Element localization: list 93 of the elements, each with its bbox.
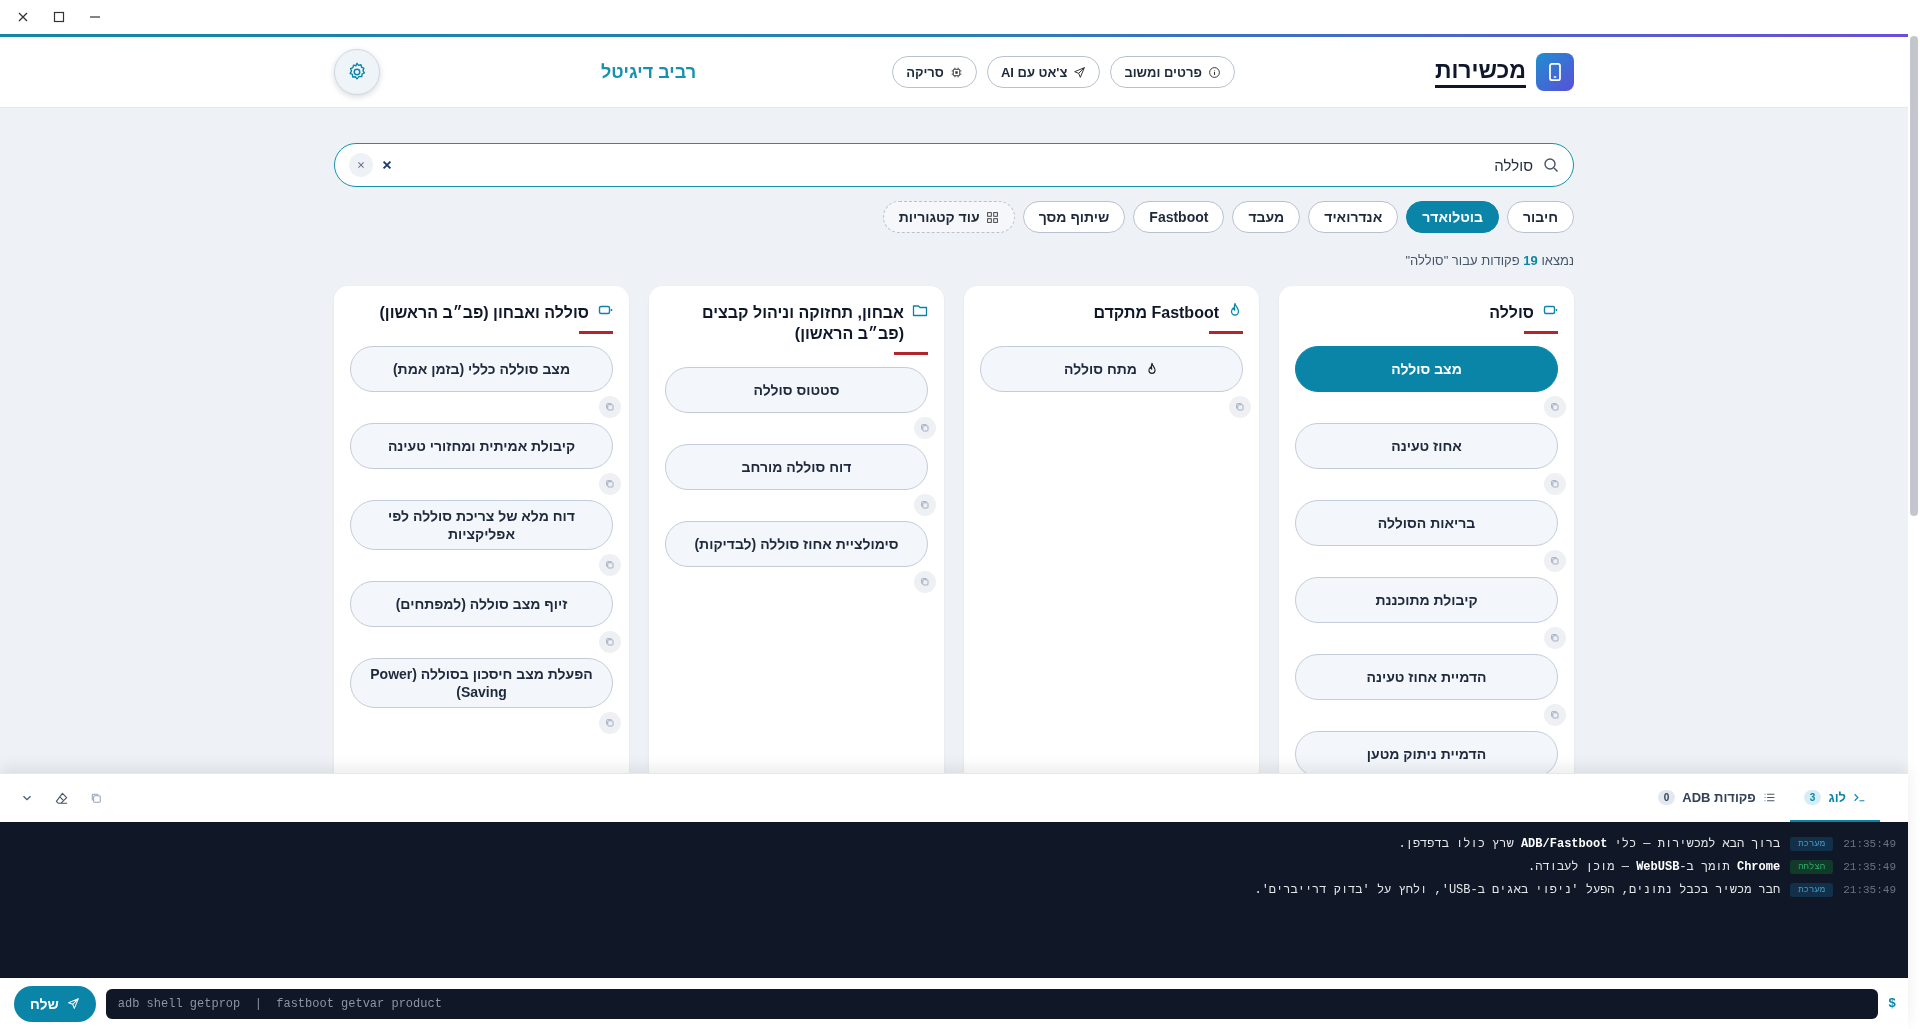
card-title: אבחון, תחזוקה וניהול קבצים (פב״ב הראשון) <box>701 303 904 344</box>
close-icon <box>355 159 367 171</box>
command-input[interactable]: adb shell getprop | fastboot getvar product <box>105 988 1879 1019</box>
command-button[interactable]: סטטוס סוללה <box>665 367 928 413</box>
card-title: Fastboot מתקדם <box>1093 303 1219 323</box>
eraser-icon[interactable] <box>54 790 69 806</box>
copy-button[interactable] <box>1229 396 1251 418</box>
copy-button[interactable] <box>914 494 936 516</box>
log-message: חבר מכשיר בכבל נתונים, הפעל 'ניפוי באגים ב-USB', ולחץ על 'בדוק דרייברים'. <box>1254 882 1781 897</box>
command-button[interactable]: מצב סוללה כללי (בזמן אמת) <box>350 346 613 392</box>
copy-icon <box>604 636 616 648</box>
command-button[interactable]: קיבולת מתוכננת <box>1295 577 1558 623</box>
nav-button[interactable]: סריקה <box>892 56 977 88</box>
log-time: 21:35:49 <box>1843 883 1896 896</box>
log-time: 21:35:49 <box>1843 837 1896 850</box>
copy-icon <box>604 717 616 729</box>
command-button[interactable]: בריאות הסוללה <box>1295 500 1558 546</box>
card-title: סוללה ואבחון (פב״ב הראשון) <box>379 303 589 323</box>
copy-button[interactable] <box>599 473 621 495</box>
prompt-sign: $ <box>1888 996 1896 1011</box>
nav-button[interactable]: צ'אט עם AI <box>986 56 1101 88</box>
command-button[interactable]: קיבולת אמיתית ומחזורי טעינה <box>350 423 613 469</box>
title-underline <box>1209 331 1243 334</box>
send-button[interactable]: שלח <box>14 985 96 1022</box>
copy-icon <box>919 499 931 511</box>
copy-button[interactable] <box>1544 396 1566 418</box>
brand-name: רביב דיגיטל <box>600 61 697 83</box>
title-underline <box>1524 331 1558 334</box>
paper-plane-icon <box>66 997 80 1010</box>
count-badge: 0 <box>1657 789 1676 805</box>
maximize-icon[interactable] <box>52 10 66 24</box>
command-button[interactable]: זיוף מצב סוללה (למפתחים) <box>350 581 613 627</box>
title-underline <box>579 331 613 334</box>
copy-icon <box>919 422 931 434</box>
category-chip[interactable]: מעבד <box>1232 201 1301 233</box>
command-button[interactable]: הפעלת מצב חיסכון בסוללה (Power Saving) <box>350 658 613 708</box>
flame-icon <box>1145 362 1159 376</box>
chip-icon <box>949 65 963 79</box>
copy-icon <box>919 576 931 588</box>
search-field[interactable]: סוללה <box>334 143 1574 187</box>
copy-icon <box>1234 401 1246 413</box>
command-button[interactable]: אחוז טעינה <box>1295 423 1558 469</box>
copy-button[interactable] <box>1544 473 1566 495</box>
copy-button[interactable] <box>1544 627 1566 649</box>
copy-icon <box>604 401 616 413</box>
log-tag: מערכת <box>1790 836 1834 851</box>
clear-icon[interactable] <box>381 159 393 171</box>
category-chip[interactable]: בוטלואדר <box>1406 201 1499 233</box>
count-badge: 3 <box>1803 789 1822 805</box>
grid-icon <box>985 210 999 224</box>
nav-button[interactable]: פרטים ומשוב <box>1110 56 1235 88</box>
clear-button[interactable] <box>349 153 373 177</box>
log-time: 21:35:49 <box>1843 860 1896 873</box>
settings-button[interactable] <box>334 49 380 95</box>
command-button[interactable]: מתח סוללה <box>980 346 1243 392</box>
command-button[interactable]: דוח סוללה מורחב <box>665 444 928 490</box>
copy-button[interactable] <box>1544 550 1566 572</box>
copy-button[interactable] <box>914 417 936 439</box>
log-tag: הצלחה <box>1790 859 1834 874</box>
search-icon <box>1543 157 1559 173</box>
category-chip[interactable]: אנדרואיד <box>1308 201 1399 233</box>
close-icon[interactable] <box>16 10 30 24</box>
scrollbar-thumb[interactable] <box>1910 36 1918 516</box>
copy-icon <box>1549 709 1561 721</box>
copy-icon <box>1549 555 1561 567</box>
folder-icon <box>912 302 928 318</box>
app-logo-text: מכשירות <box>1434 56 1526 88</box>
command-button[interactable]: הדמיית ניתוק מטען <box>1295 731 1558 773</box>
card-title: סוללה <box>1489 303 1534 323</box>
copy-button[interactable] <box>599 554 621 576</box>
copy-button[interactable] <box>599 631 621 653</box>
info-icon <box>1207 65 1221 79</box>
copy-icon <box>1549 478 1561 490</box>
paper-plane-icon <box>1073 65 1087 79</box>
command-button[interactable]: דוח מלא של צריכת סוללה לפי אפליקציות <box>350 500 613 550</box>
copy-icon <box>604 559 616 571</box>
more-categories-button[interactable]: עוד קטגוריות <box>882 201 1015 233</box>
command-button[interactable]: סימולציית אחוז סוללה (לבדיקות) <box>665 521 928 567</box>
copy-button[interactable] <box>914 571 936 593</box>
copy-button[interactable] <box>599 712 621 734</box>
title-underline <box>894 352 928 355</box>
copy-button[interactable] <box>599 396 621 418</box>
category-chip[interactable]: שיתוף מסך <box>1022 201 1126 233</box>
category-chip[interactable]: Fastboot <box>1133 201 1225 233</box>
search-input[interactable]: סוללה <box>401 155 1535 175</box>
command-button[interactable]: הדמיית אחוז טעינה <box>1295 654 1558 700</box>
copy-icon <box>1549 632 1561 644</box>
copy-icon <box>604 478 616 490</box>
log-tag: מערכת <box>1790 882 1834 897</box>
copy-button[interactable] <box>1544 704 1566 726</box>
copy-icon <box>1549 401 1561 413</box>
command-button[interactable]: מצב סוללה <box>1295 346 1558 392</box>
category-chip[interactable]: חיבור <box>1507 201 1574 233</box>
